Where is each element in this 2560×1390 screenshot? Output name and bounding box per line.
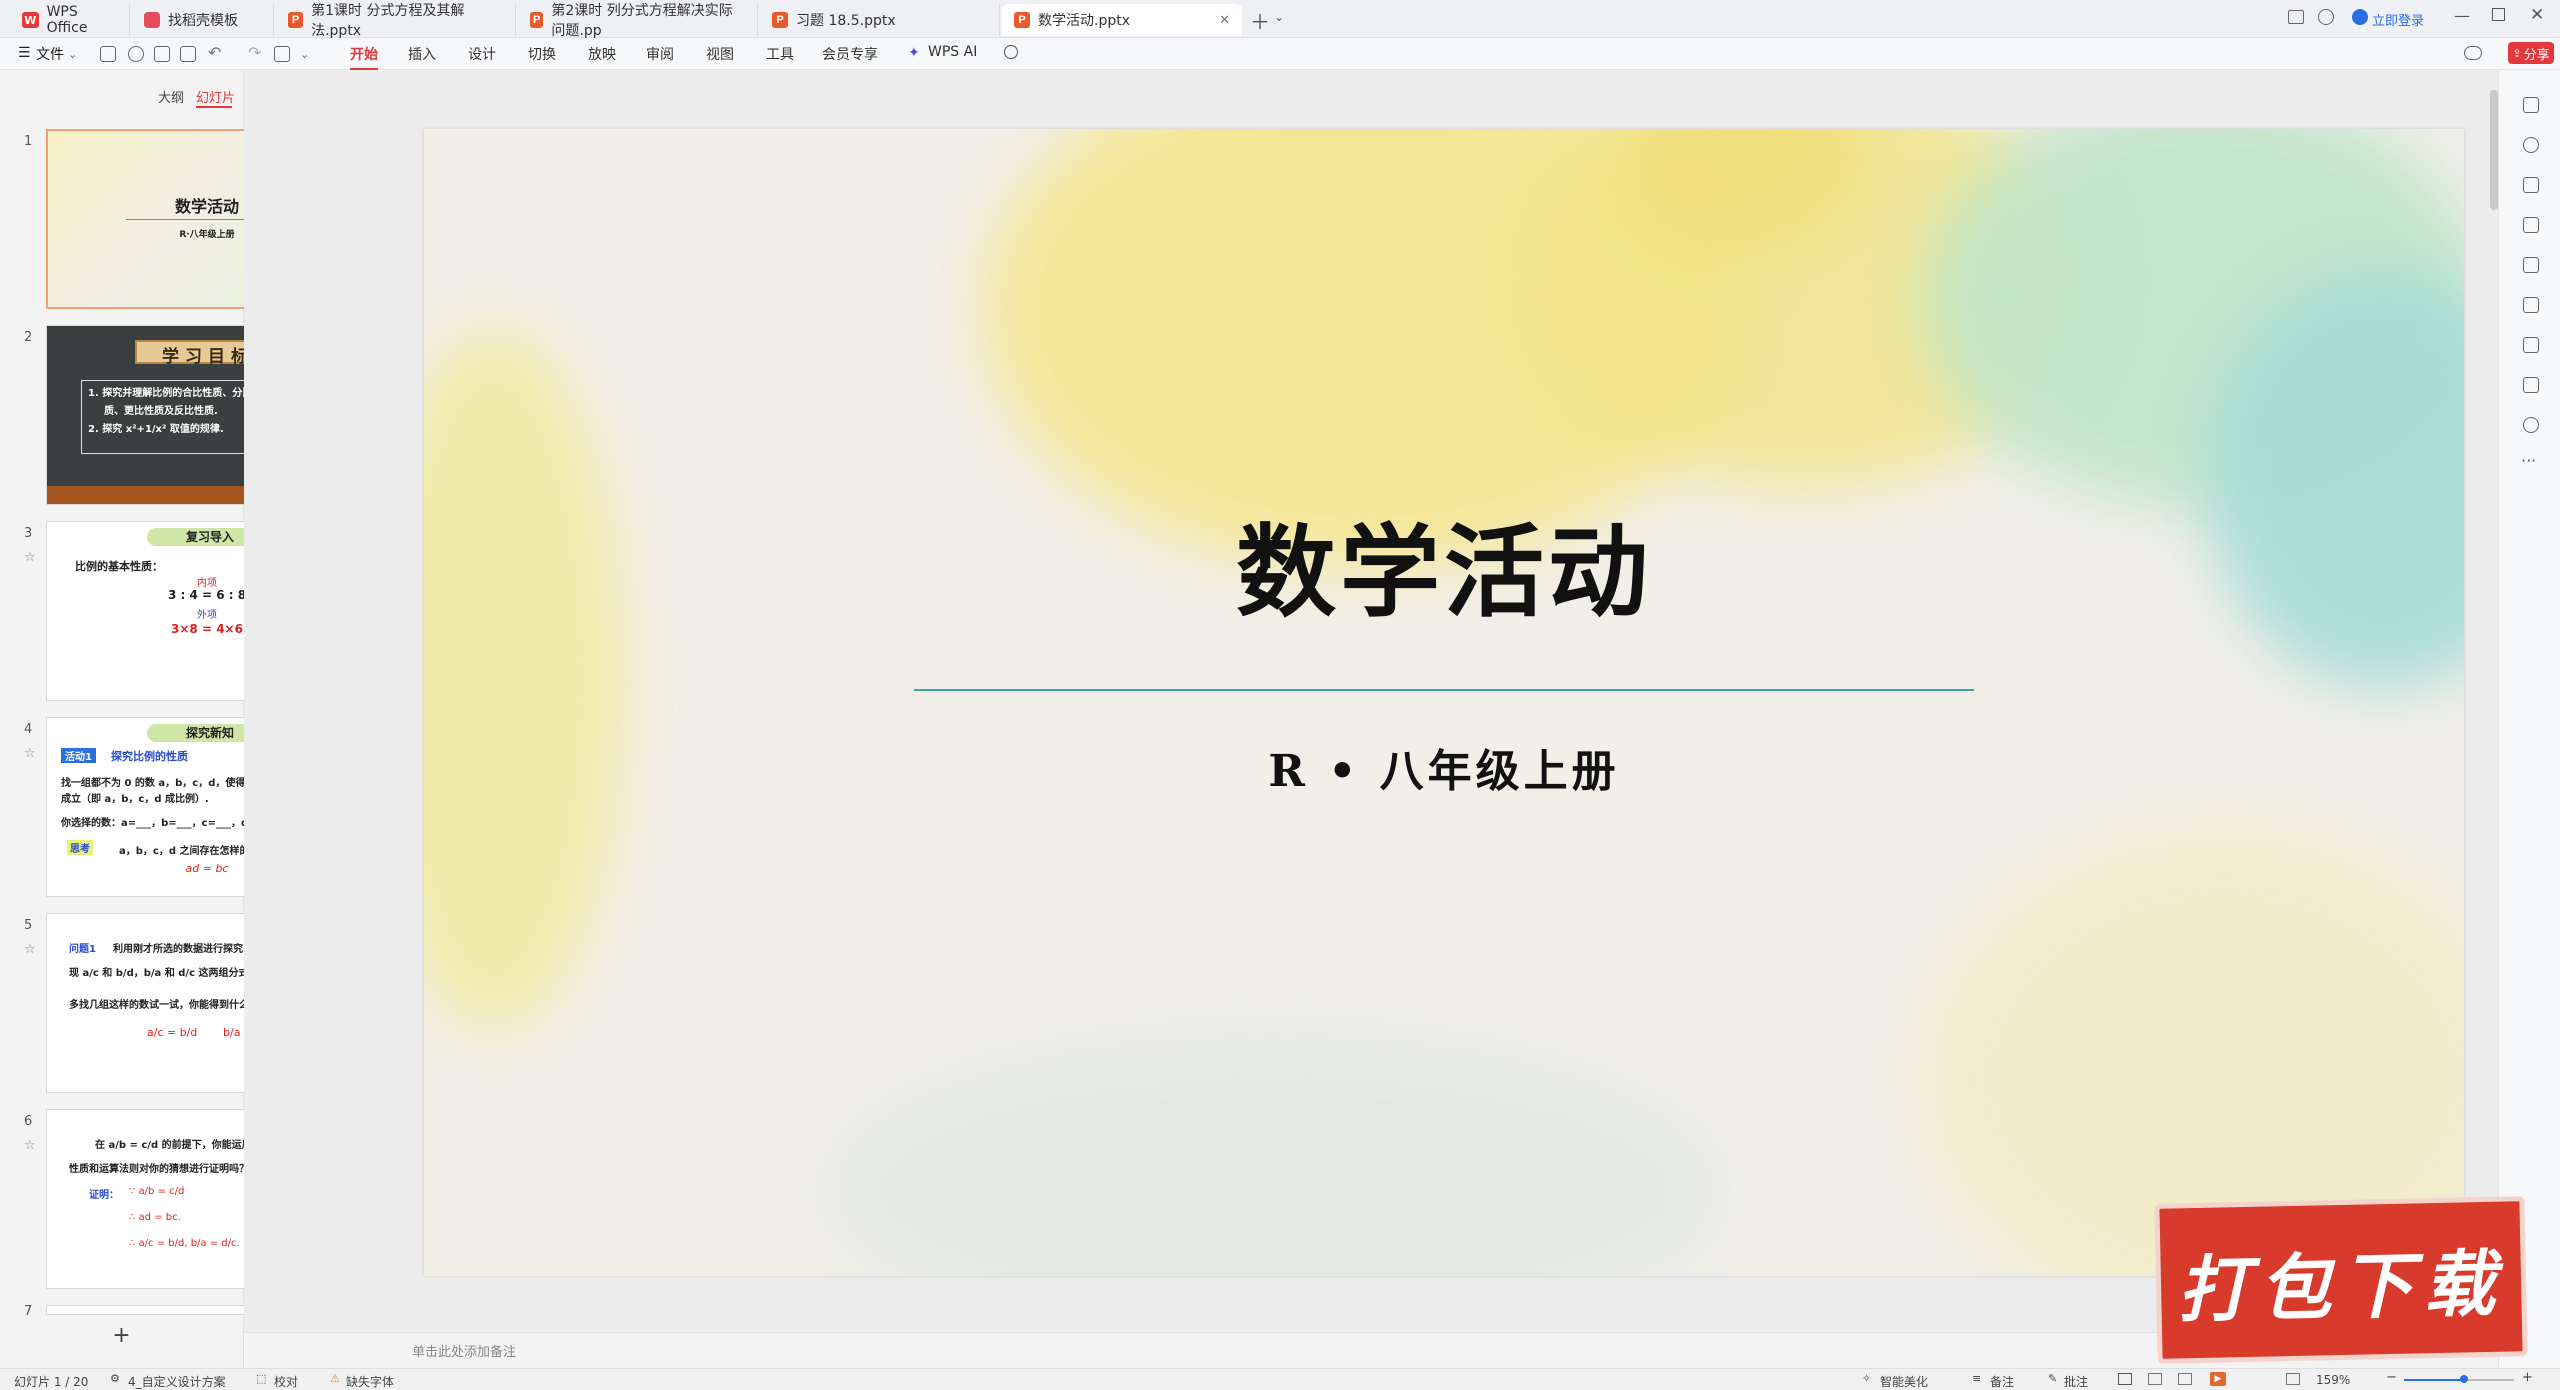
- menu-transition[interactable]: 切换: [528, 44, 556, 64]
- wps-logo-icon: W: [22, 12, 39, 28]
- copy-icon[interactable]: [2523, 217, 2539, 233]
- image-icon[interactable]: [2523, 337, 2539, 353]
- star-icon[interactable]: ☆: [24, 746, 36, 761]
- window-close-icon[interactable]: ✕: [2530, 5, 2544, 25]
- share-icon: ⇪: [2512, 46, 2522, 60]
- hamburger-icon[interactable]: ☰: [18, 45, 31, 61]
- star-icon[interactable]: ☆: [24, 550, 36, 565]
- properties-icon[interactable]: [2523, 97, 2539, 113]
- cloud-icon[interactable]: [2464, 46, 2482, 60]
- menu-design[interactable]: 设计: [468, 44, 496, 64]
- slide-subtitle[interactable]: R • 八年级上册: [424, 735, 2464, 799]
- menu-insert[interactable]: 插入: [408, 44, 436, 64]
- right-sidebar: ···: [2498, 71, 2560, 1368]
- title-divider: [914, 689, 1974, 691]
- theme-name[interactable]: 4_自定义设计方案: [128, 1373, 226, 1390]
- tab-template[interactable]: 找稻壳模板: [132, 4, 274, 36]
- menu-review[interactable]: 审阅: [646, 44, 674, 64]
- share-button[interactable]: ⇪ 分享: [2508, 42, 2554, 64]
- zoom-out-icon[interactable]: −: [2386, 1370, 2397, 1385]
- missing-font-button[interactable]: 缺失字体: [346, 1373, 394, 1390]
- proofread-button[interactable]: 校对: [274, 1373, 298, 1390]
- animation-icon[interactable]: [2523, 137, 2539, 153]
- menu-tools[interactable]: 工具: [766, 44, 794, 64]
- reading-view-icon[interactable]: [2178, 1373, 2192, 1385]
- tab-slides[interactable]: 幻灯片: [196, 87, 235, 106]
- zoom-slider-handle[interactable]: [2460, 1375, 2468, 1383]
- sorter-view-icon[interactable]: [2148, 1373, 2162, 1385]
- menu-view[interactable]: 视图: [706, 44, 734, 64]
- help-icon[interactable]: [2523, 417, 2539, 433]
- chevron-down-icon[interactable]: ⌄: [1274, 10, 1284, 24]
- tab-underline: [196, 106, 232, 108]
- shape-icon[interactable]: [2523, 297, 2539, 313]
- user-avatar-icon: [2352, 9, 2368, 25]
- zoom-level[interactable]: 159%: [2316, 1373, 2350, 1387]
- template-icon: [144, 12, 160, 28]
- export-icon[interactable]: [128, 46, 144, 62]
- tab-bar: W WPS Office 找稻壳模板 P 第1课时 分式方程及其解法.pptx …: [0, 0, 2560, 39]
- ppt-file-icon: P: [1014, 12, 1030, 28]
- download-promo-stamp[interactable]: 打包下载: [2154, 1196, 2528, 1364]
- tab-wps-office[interactable]: W WPS Office: [10, 4, 130, 36]
- star-icon[interactable]: ☆: [24, 942, 36, 957]
- star-icon[interactable]: [2523, 177, 2539, 193]
- maximize-icon[interactable]: [2492, 8, 2505, 21]
- fit-icon[interactable]: [2286, 1373, 2300, 1385]
- ribbon-toolbar: ☰ 文件 ⌄ ↶ ↷ ⌄ 开始 插入 设计 切换 放映 审阅 视图 工具 会员专…: [0, 38, 2560, 70]
- star-icon[interactable]: ☆: [24, 1138, 36, 1153]
- comment-icon: ✎: [2048, 1372, 2058, 1385]
- theme-icon: ⚙: [110, 1372, 120, 1385]
- login-link[interactable]: 立即登录: [2372, 10, 2424, 29]
- status-bar: 幻灯片 1 / 20 ⚙ 4_自定义设计方案 ⬚ 校对 ⚠ 缺失字体 ✧ 智能美…: [0, 1368, 2560, 1390]
- search-icon[interactable]: [1004, 45, 1018, 59]
- close-icon[interactable]: ✕: [1219, 13, 1230, 28]
- vertical-scrollbar[interactable]: [2490, 90, 2498, 210]
- current-slide[interactable]: 数学活动 R • 八年级上册: [424, 129, 2464, 1276]
- smart-beautify-icon: ✧: [1862, 1372, 1872, 1385]
- undo-icon[interactable]: ↶: [208, 43, 221, 62]
- new-tab-icon[interactable]: ＋: [1250, 6, 1270, 35]
- save-icon[interactable]: [100, 46, 116, 62]
- print-preview-icon[interactable]: [180, 46, 196, 62]
- slide-title[interactable]: 数学活动: [424, 491, 2464, 636]
- menu-wps-ai[interactable]: WPS AI: [928, 44, 977, 64]
- normal-view-icon[interactable]: [2118, 1373, 2132, 1385]
- ppt-file-icon: P: [530, 12, 544, 28]
- tab-file-2[interactable]: P 第2课时 列分式方程解决实际问题.pp: [518, 3, 758, 39]
- menu-member[interactable]: 会员专享: [822, 44, 878, 64]
- add-slide-button[interactable]: +: [0, 1318, 243, 1354]
- notes-icon: ≡: [1972, 1372, 1982, 1385]
- zoom-in-icon[interactable]: +: [2522, 1370, 2533, 1385]
- tab-file-1[interactable]: P 第1课时 分式方程及其解法.pptx: [276, 3, 516, 39]
- tab-file-3[interactable]: P 习题 18.5.pptx: [760, 4, 1000, 36]
- menu-slideshow[interactable]: 放映: [588, 44, 616, 64]
- menu-home[interactable]: 开始: [350, 44, 378, 70]
- slide-count: 幻灯片 1 / 20: [14, 1375, 89, 1389]
- redo-icon[interactable]: ↷: [248, 43, 261, 62]
- ppt-file-icon: P: [772, 12, 788, 28]
- minimize-icon[interactable]: —: [2454, 6, 2470, 25]
- chevron-down-icon: ⌄: [68, 48, 78, 61]
- play-icon[interactable]: ▶: [2210, 1372, 2226, 1386]
- smart-beautify-button[interactable]: 智能美化: [1880, 1373, 1928, 1390]
- tab-outline[interactable]: 大纲: [158, 87, 184, 106]
- wps-ai-icon: ✦: [908, 45, 920, 61]
- format-painter-icon[interactable]: [274, 46, 290, 62]
- print-icon[interactable]: [154, 46, 170, 62]
- tab-file-active[interactable]: P 数学活动.pptx ✕: [1002, 4, 1242, 36]
- ppt-file-icon: P: [288, 12, 304, 28]
- comments-toggle[interactable]: 批注: [2064, 1373, 2088, 1390]
- skin-icon[interactable]: [2318, 9, 2334, 25]
- tools-icon[interactable]: [2523, 257, 2539, 273]
- window-layout-icon[interactable]: [2288, 10, 2304, 24]
- chevron-down-icon[interactable]: ⌄: [300, 48, 309, 61]
- book-icon[interactable]: [2523, 377, 2539, 393]
- warning-icon: ⚠: [330, 1372, 340, 1385]
- more-icon[interactable]: ···: [2521, 451, 2536, 470]
- zoom-slider-fill: [2404, 1379, 2464, 1381]
- file-menu[interactable]: 文件: [36, 44, 64, 64]
- proofread-icon: ⬚: [256, 1372, 267, 1385]
- notes-toggle[interactable]: 备注: [1990, 1373, 2014, 1390]
